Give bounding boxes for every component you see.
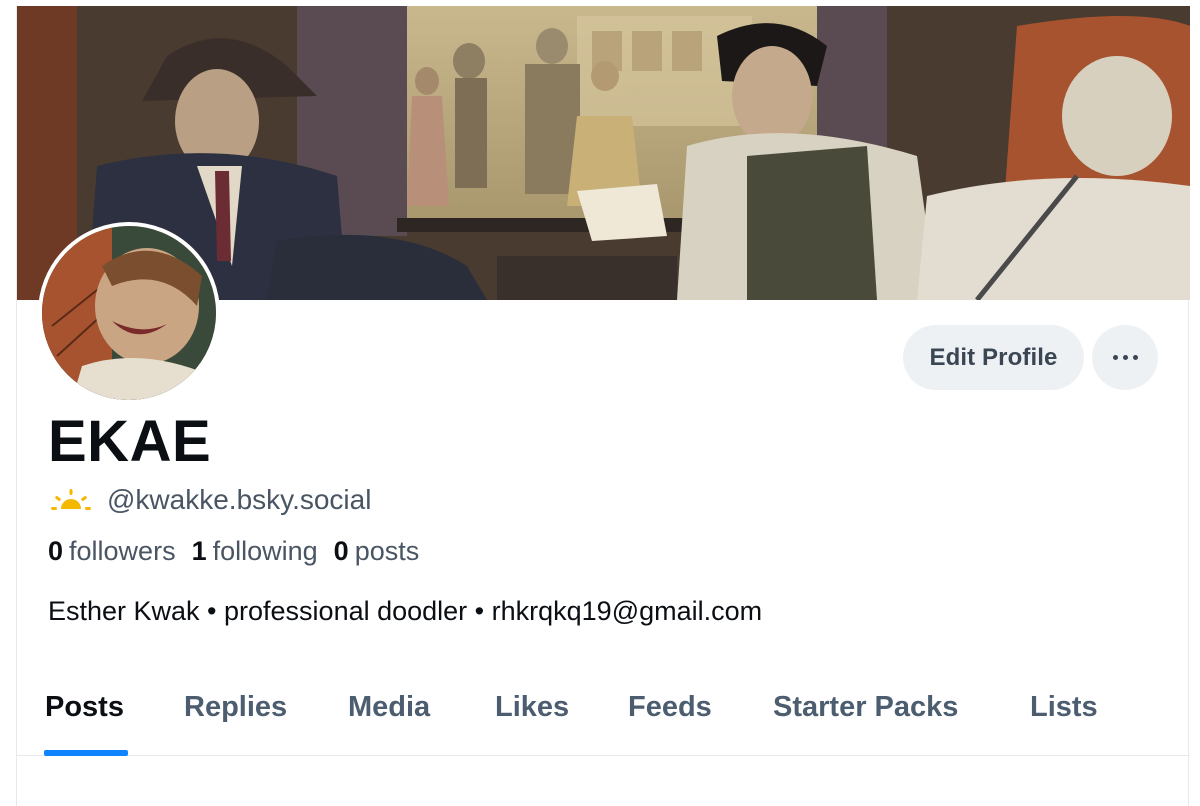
profile-frame: Edit Profile EKAE @kwakke.bsky.social 0 … bbox=[16, 6, 1190, 806]
followers-label[interactable]: followers bbox=[69, 536, 176, 567]
posts-label: posts bbox=[354, 536, 420, 566]
active-tab-indicator bbox=[44, 750, 128, 756]
handle-row: @kwakke.bsky.social bbox=[51, 480, 371, 520]
profile-stats: 0 followers 1 following 0 posts bbox=[48, 536, 435, 567]
profile-bio: Esther Kwak • professional doodler • rhk… bbox=[48, 596, 763, 626]
more-options-button[interactable] bbox=[1092, 325, 1158, 390]
posts-count: 0 bbox=[333, 536, 349, 566]
following-label[interactable]: following bbox=[213, 536, 318, 567]
tab-posts[interactable]: Posts bbox=[45, 691, 124, 724]
tab-feeds[interactable]: Feeds bbox=[628, 691, 712, 724]
followers-count[interactable]: 0 bbox=[48, 536, 63, 567]
tab-starter-packs[interactable]: Starter Packs bbox=[773, 691, 958, 724]
profile-tabs: Posts Replies Media Likes Feeds Starter … bbox=[17, 676, 1190, 756]
following-count[interactable]: 1 bbox=[192, 536, 207, 567]
tab-replies[interactable]: Replies bbox=[184, 691, 287, 724]
profile-display-name: EKAE bbox=[48, 409, 212, 474]
edit-profile-button[interactable]: Edit Profile bbox=[903, 325, 1084, 390]
profile-handle: @kwakke.bsky.social bbox=[107, 484, 372, 515]
sun-icon bbox=[51, 489, 91, 510]
profile-avatar[interactable] bbox=[38, 222, 220, 404]
tab-likes[interactable]: Likes bbox=[495, 691, 569, 724]
tab-lists[interactable]: Lists bbox=[1030, 691, 1098, 724]
tab-media[interactable]: Media bbox=[348, 691, 430, 724]
more-options-icon bbox=[1110, 355, 1140, 360]
